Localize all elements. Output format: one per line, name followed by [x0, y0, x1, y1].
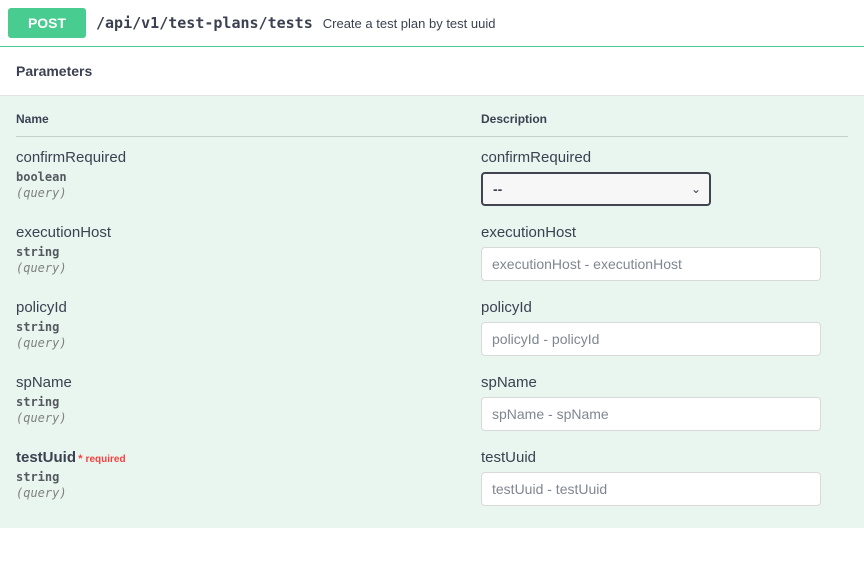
- endpoint-summary: Create a test plan by test uuid: [323, 16, 496, 31]
- parameter-row: spNamestring(query)spName: [16, 362, 848, 437]
- parameter-input[interactable]: [481, 397, 821, 431]
- required-star-icon: *: [76, 453, 86, 465]
- parameter-row: policyIdstring(query)policyId: [16, 287, 848, 362]
- parameter-description: testUuid: [481, 449, 848, 466]
- parameter-type: string: [16, 395, 481, 409]
- parameter-description-cell: policyId: [481, 299, 848, 356]
- parameter-name-cell: executionHost string (query): [16, 224, 481, 281]
- parameter-select[interactable]: --: [481, 172, 711, 206]
- parameter-type: string: [16, 470, 481, 484]
- parameter-in: (query): [16, 186, 481, 200]
- column-header-description: Description: [481, 112, 848, 126]
- parameter-name-cell: testUuid * required string (query): [16, 449, 481, 506]
- parameter-in: (query): [16, 411, 481, 425]
- parameter-description-cell: confirmRequired --⌄: [481, 149, 848, 206]
- parameter-description: spName: [481, 374, 848, 391]
- parameter-row: executionHoststring(query)executionHost: [16, 212, 848, 287]
- parameter-name: policyId: [16, 299, 481, 316]
- parameter-in: (query): [16, 336, 481, 350]
- parameter-name: confirmRequired: [16, 149, 481, 166]
- parameter-name-cell: confirmRequired boolean (query): [16, 149, 481, 206]
- parameter-type: string: [16, 320, 481, 334]
- parameter-select-wrap: --⌄: [481, 172, 711, 206]
- parameter-name: testUuid * required: [16, 449, 481, 466]
- parameters-section-title: Parameters: [0, 47, 864, 95]
- parameter-description: policyId: [481, 299, 848, 316]
- parameter-input[interactable]: [481, 322, 821, 356]
- endpoint-header[interactable]: POST /api/v1/test-plans/tests Create a t…: [0, 0, 864, 47]
- parameter-input[interactable]: [481, 247, 821, 281]
- parameter-in: (query): [16, 486, 481, 500]
- parameter-input[interactable]: [481, 472, 821, 506]
- parameters-table-header: Name Description: [16, 112, 848, 137]
- parameter-description-cell: spName: [481, 374, 848, 431]
- parameter-description-cell: testUuid: [481, 449, 848, 506]
- parameter-name: spName: [16, 374, 481, 391]
- parameter-description: confirmRequired: [481, 149, 848, 166]
- parameter-name-cell: policyId string (query): [16, 299, 481, 356]
- parameter-type: string: [16, 245, 481, 259]
- parameter-name-cell: spName string (query): [16, 374, 481, 431]
- endpoint-path: /api/v1/test-plans/tests: [96, 14, 313, 32]
- parameter-row: confirmRequiredboolean(query)confirmRequ…: [16, 137, 848, 212]
- parameter-in: (query): [16, 261, 481, 275]
- required-label: required: [86, 454, 126, 465]
- parameter-description: executionHost: [481, 224, 848, 241]
- column-header-name: Name: [16, 112, 481, 126]
- parameter-row: testUuid * required string (query) testUuid: [16, 437, 848, 512]
- parameters-panel: Name Description confirmRequiredboolean(…: [0, 96, 864, 528]
- parameter-name: executionHost: [16, 224, 481, 241]
- parameter-type: boolean: [16, 170, 481, 184]
- http-method-badge: POST: [8, 8, 86, 38]
- parameter-description-cell: executionHost: [481, 224, 848, 281]
